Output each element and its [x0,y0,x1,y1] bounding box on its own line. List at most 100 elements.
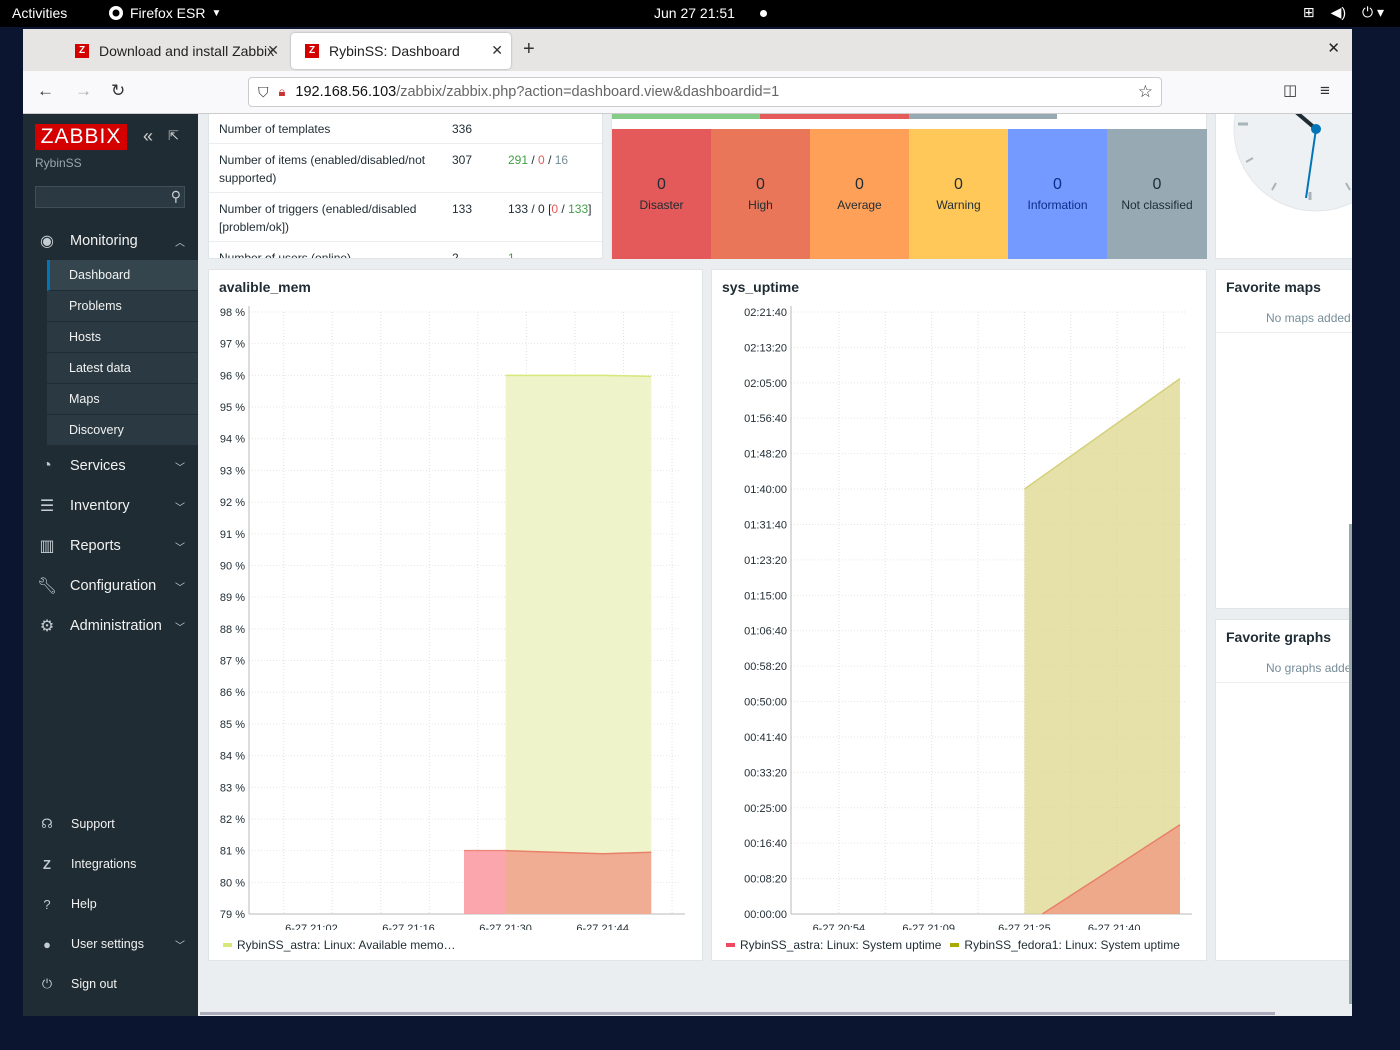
menu-label: Reports [70,538,121,554]
favorite-maps-widget: Favorite maps No maps added. [1215,269,1352,609]
y-tick-label: 90 % [220,560,245,572]
y-tick-label: 02:13:20 [744,342,787,354]
chevron-down-icon: ﹀ [175,582,185,594]
caret-down-icon: ▼ [211,7,222,19]
bar-chart-icon: ▥ [39,538,55,555]
reload-button[interactable]: ↻ [111,81,125,101]
bookmark-star-icon[interactable]: ☆ [1138,82,1153,102]
table-row: Number of users (online) 2 1 [209,242,602,258]
close-tab-icon[interactable]: ✕ [491,42,503,59]
url-path: /zabbix/zabbix.php?action=dashboard.view… [396,84,780,100]
legend-item: RybinSS_astra: Linux: System uptime Rybi… [726,938,1180,952]
tab-dashboard[interactable]: Z RybinSS: Dashboard ✕ [291,33,511,69]
severity-not-classified[interactable]: 0 Not classified [1107,129,1207,259]
search-icon[interactable]: ⚲ [171,188,181,205]
severity-information[interactable]: 0 Information [1008,129,1107,259]
chevron-down-icon: ﹀ [175,940,185,952]
new-tab-button[interactable]: + [523,38,535,61]
power-icon: ⏻ ▾ [1362,4,1384,20]
app-name: Firefox ESR [130,5,206,21]
submenu-item-dashboard[interactable]: Dashboard [47,260,198,291]
y-tick-label: 80 % [220,877,245,889]
app-menu[interactable]: Firefox ESR ▼ [108,5,221,21]
y-tick-label: 01:40:00 [744,484,787,496]
tab-download-zabbix[interactable]: Z Download and install Zabbix ✕ [61,33,287,69]
menu-support[interactable]: ☊ Support [23,804,198,844]
clock[interactable]: Jun 27 21:51 [654,5,735,21]
y-tick-label: 02:05:00 [744,378,787,390]
kiosk-mode-icon[interactable]: ⇱ [168,128,179,144]
x-tick-label: 6-27 21:16 [382,923,435,930]
menu-services[interactable]: ◔ Services ﹀ [23,446,198,486]
close-tab-icon[interactable]: ✕ [267,42,279,59]
url-bar[interactable]: ⛉ 🔒︎ 192.168.56.103/zabbix/zabbix.php?ac… [248,77,1162,107]
severity-disaster[interactable]: 0 Disaster [612,129,711,259]
menu-help[interactable]: ? Help [23,884,198,924]
vertical-scrollbar[interactable] [1349,524,1352,1004]
submenu-item-problems[interactable]: Problems [47,291,198,322]
activities-button[interactable]: Activities [12,5,67,21]
system-tray[interactable]: ⊞ ◀) ⏻ ▾ [1303,4,1384,21]
system-information-widget: Number of templates 336 Number of items … [208,114,603,259]
forward-button[interactable]: → [75,81,92,101]
y-tick-label: 00:33:20 [744,767,787,779]
pocket-icon[interactable]: ◫ [1283,81,1297,99]
y-tick-label: 91 % [220,529,245,541]
tracking-shield-icon[interactable]: ⛉ [258,84,269,101]
menu-administration[interactable]: ⚙ Administration ﹀ [23,606,198,646]
sidebar: ZABBIX « ⇱ RybinSS ⚲ ◉ Monitoring ︿ Dash… [23,114,198,1016]
insecure-lock-icon[interactable]: 🔒︎ [279,84,286,100]
menu-label: Services [70,458,126,474]
x-tick-label: 6-27 21:30 [479,923,532,930]
collapse-sidebar-icon[interactable]: « [143,126,153,147]
menu-integrations[interactable]: Z Integrations [23,844,198,884]
eye-icon: ◉ [40,233,54,250]
severity-high[interactable]: 0 High [711,129,810,259]
close-window-button[interactable]: ✕ [1327,39,1340,57]
y-tick-label: 81 % [220,846,245,858]
chevron-up-icon: ︿ [175,237,185,249]
submenu-item-hosts[interactable]: Hosts [47,322,198,353]
hamburger-menu-icon[interactable]: ≡ [1320,81,1330,101]
y-tick-label: 86 % [220,687,245,699]
severity-warning[interactable]: 0 Warning [909,129,1008,259]
severity-average[interactable]: 0 Average [810,129,909,259]
menu-inventory[interactable]: ☰ Inventory ﹀ [23,486,198,526]
submenu-item-discovery[interactable]: Discovery [47,415,198,446]
favorite-graphs-widget: Favorite graphs No graphs added. [1215,619,1352,961]
menu-reports[interactable]: ▥ Reports ﹀ [23,526,198,566]
submenu-item-latest-data[interactable]: Latest data [47,353,198,384]
x-tick-label: 6-27 21:09 [902,923,955,930]
y-tick-label: 01:48:20 [744,449,787,461]
horizontal-scrollbar[interactable] [200,1012,1275,1015]
y-tick-label: 00:16:40 [744,838,787,850]
series-area [1024,378,1181,915]
legend-swatch [726,943,735,947]
y-tick-label: 01:06:40 [744,626,787,638]
menu-user-settings[interactable]: ● User settings ﹀ [23,924,198,964]
menu-configuration[interactable]: 🔧︎ Configuration ﹀ [23,566,198,606]
menu-monitoring[interactable]: ◉ Monitoring ︿ [23,221,198,261]
headset-icon: ☊ [41,816,53,831]
search-input[interactable]: ⚲ [35,186,185,208]
chevron-down-icon: ﹀ [175,502,185,514]
param-label: Number of triggers (enabled/disabled [pr… [219,202,417,234]
legend-label: RybinSS_fedora1: Linux: System uptime [964,938,1180,952]
legend-swatch [950,943,960,947]
submenu-item-maps[interactable]: Maps [47,384,198,415]
menu-label: Help [71,897,97,911]
menu-label: Inventory [70,498,130,514]
menu-sign-out[interactable]: ⏻ Sign out [23,964,198,1004]
tab-bar: Z Download and install Zabbix ✕ Z RybinS… [23,29,1352,71]
zabbix-logo[interactable]: ZABBIX [35,124,127,150]
zabbix-favicon-icon: Z [75,44,89,58]
y-tick-label: 01:31:40 [744,519,787,531]
firefox-window: Z Download and install Zabbix ✕ Z RybinS… [23,29,1352,1016]
sys-uptime-chart: 02:21:40 02:13:20 02:05:00 01:56:40 01:48:20… [744,306,1192,930]
y-tick-label: 97 % [220,339,245,351]
wrench-icon: 🔧︎ [36,578,58,595]
back-button[interactable]: ← [37,81,54,101]
y-tick-label: 00:25:00 [744,803,787,815]
y-tick-label: 88 % [220,624,245,636]
y-tick-label: 00:50:00 [744,697,787,709]
